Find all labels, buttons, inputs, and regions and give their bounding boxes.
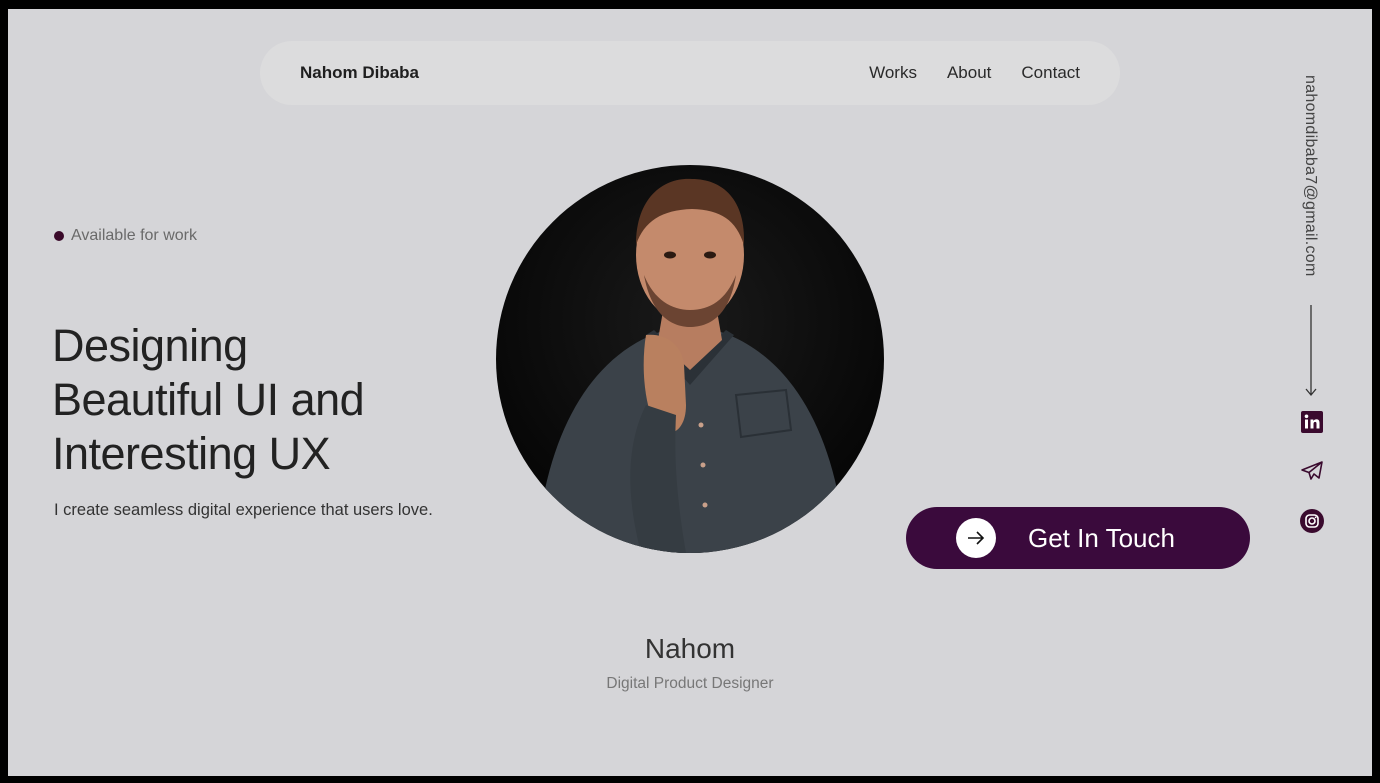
profile-photo — [496, 165, 884, 553]
get-in-touch-button[interactable]: Get In Touch — [906, 507, 1250, 569]
profile-caption: Nahom Digital Product Designer — [8, 633, 1372, 693]
page-frame: Nahom Dibaba Works About Contact Availab… — [8, 9, 1372, 776]
linkedin-icon[interactable] — [1300, 410, 1324, 434]
profile-role: Digital Product Designer — [606, 675, 774, 692]
nav-link-works[interactable]: Works — [869, 63, 917, 83]
nav-links: Works About Contact — [869, 41, 1080, 105]
instagram-icon[interactable] — [1300, 509, 1324, 533]
hero-headline: Designing Beautiful UI and Interesting U… — [52, 319, 472, 481]
navbar: Nahom Dibaba Works About Contact — [260, 41, 1120, 105]
headline-line-1: Designing — [52, 320, 248, 371]
brand-logo[interactable]: Nahom Dibaba — [300, 41, 419, 105]
profile-name: Nahom — [644, 633, 736, 664]
nav-link-about[interactable]: About — [947, 63, 991, 83]
headline-line-3: Interesting UX — [52, 428, 331, 479]
arrow-right-icon — [956, 518, 996, 558]
email-link[interactable]: nahomdibaba7@gmail.com — [1301, 75, 1319, 277]
nav-link-contact[interactable]: Contact — [1021, 63, 1080, 83]
get-in-touch-label: Get In Touch — [1028, 522, 1175, 553]
portrait-illustration — [536, 178, 846, 553]
availability-status: Available for work — [54, 227, 197, 245]
telegram-icon[interactable] — [1300, 459, 1324, 483]
arrow-down-icon — [1304, 305, 1318, 404]
hero-subheadline: I create seamless digital experience tha… — [54, 501, 433, 519]
status-dot-icon — [54, 231, 64, 241]
availability-label: Available for work — [71, 227, 197, 244]
headline-line-2: Beautiful UI and — [52, 374, 365, 425]
